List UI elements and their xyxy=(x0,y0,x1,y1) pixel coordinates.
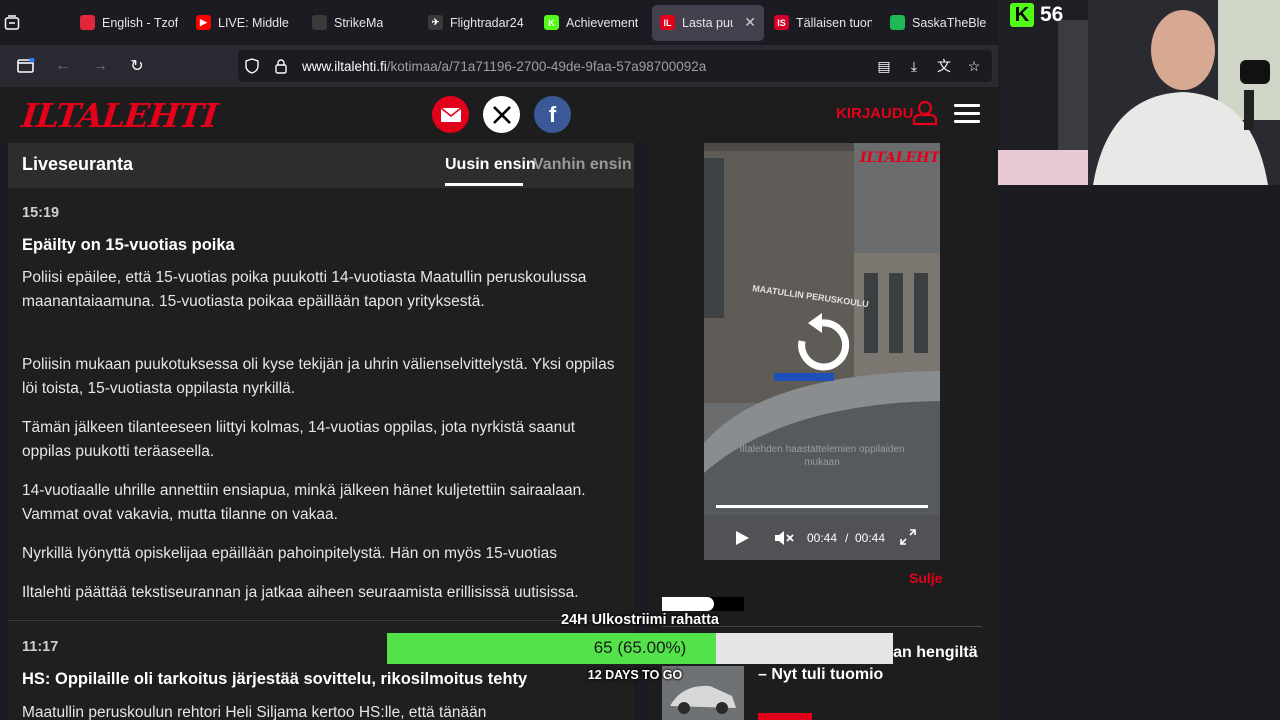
browser-tab[interactable]: StrikeMa xyxy=(304,5,418,41)
stream-goal-label: 65 (65.00%) xyxy=(593,638,687,657)
stream-background xyxy=(998,185,1280,720)
tab-favicon-icon xyxy=(312,15,327,30)
share-x-button[interactable] xyxy=(483,96,520,133)
tab-title: Achievement xyxy=(566,15,639,30)
category-tag xyxy=(758,713,812,720)
entry-paragraph: Nyrkillä lyönyttä opiskelijaa epäillään … xyxy=(22,545,558,562)
forward-button[interactable]: → xyxy=(82,50,118,82)
user-icon[interactable] xyxy=(912,100,938,126)
tab-title: LIVE: Middle xyxy=(218,15,289,30)
lock-icon xyxy=(275,59,287,74)
tab-overview-button[interactable] xyxy=(0,0,24,45)
share-facebook-button[interactable]: f xyxy=(534,96,571,133)
live-feed-header: Liveseuranta Uusin ensin Vanhin ensin xyxy=(8,143,634,188)
muted-speaker-icon[interactable] xyxy=(774,529,796,547)
entry-paragraph: Maatullin peruskoulun rehtori Heli Silja… xyxy=(22,704,487,720)
entry-paragraph: Poliisi epäilee, että 15-vuotias poika p… xyxy=(22,269,587,310)
stream-goal-days: 12 DAYS TO GO xyxy=(587,668,683,682)
tab-favicon-icon: ✈ xyxy=(428,15,443,30)
tab-favicon-icon xyxy=(890,15,905,30)
bookmark-star-icon[interactable]: ☆ xyxy=(962,54,986,78)
viewer-count: 56 xyxy=(1040,3,1064,26)
save-page-icon[interactable]: ⤓ xyxy=(902,54,926,78)
entry-paragraph: Iltalehti päättää tekstiseurannan ja jat… xyxy=(22,584,579,601)
reload-button[interactable]: ↻ xyxy=(119,50,155,82)
entry-headline: Epäilty on 15-vuotias poika xyxy=(22,236,235,254)
tab-favicon-icon: ▶ xyxy=(196,15,211,30)
video-logo: ILTALEHTI xyxy=(860,150,940,166)
kick-logo-icon: K xyxy=(1010,3,1034,27)
browser-tab[interactable]: ✈ Flightradar24 xyxy=(420,5,534,41)
browser-tab[interactable]: K Achievement xyxy=(536,5,650,41)
tab-title: Lasta puuk xyxy=(682,15,733,30)
browser-tab[interactable]: IS Tällaisen tuon xyxy=(766,5,880,41)
share-email-button[interactable] xyxy=(432,96,469,133)
tab-favicon-icon: K xyxy=(544,15,559,30)
site-header: ILTALEHTI f KIRJAUDU xyxy=(0,87,998,143)
video-caption: Iltalehden haastattelemien oppilaiden mu… xyxy=(739,444,905,468)
back-button[interactable]: ← xyxy=(45,50,81,82)
entry-time: 11:17 xyxy=(22,639,59,655)
navigation-bar: ← → ↻ www.iltalehti.fi/kotimaa/a/71a7119… xyxy=(0,45,998,87)
entry-paragraph: Poliisin mukaan puukotuksessa oli kyse t… xyxy=(22,356,615,397)
stream-goal-title: 24H Ulkostriimi rahatta xyxy=(561,612,719,628)
hamburger-menu-icon[interactable] xyxy=(954,104,980,128)
close-tab-icon[interactable]: ✕ xyxy=(744,14,756,31)
sidebar-icon xyxy=(17,58,35,73)
site-logo[interactable]: ILTALEHTI xyxy=(20,96,219,135)
tab-favicon-icon: IL xyxy=(660,15,675,30)
entry-paragraph: 14-vuotiaalle uhrille annettiin ensiapua… xyxy=(22,482,586,523)
stream-goal-bar: 65 (65.00%) xyxy=(387,633,893,664)
shield-icon xyxy=(245,58,259,74)
streamer-webcam-image xyxy=(998,0,1280,185)
x-logo-icon xyxy=(492,105,511,124)
url-path: /kotimaa/a/71a71196-2700-49de-9faa-57a98… xyxy=(386,58,707,74)
active-tab-underline xyxy=(445,183,523,186)
kick-viewer-badge: K 56 xyxy=(1010,3,1063,27)
tab-favicon-icon: IS xyxy=(774,15,789,30)
envelope-icon xyxy=(440,106,461,122)
video-time-separator: / xyxy=(845,531,849,545)
arrow-left-icon: ← xyxy=(55,57,71,74)
browser-tab[interactable]: ▶ LIVE: Middle xyxy=(188,5,302,41)
tab-strip: English - Tzof ▶ LIVE: Middle StrikeMa ✈ Flig… xyxy=(72,4,998,41)
tab-title: Flightradar24 xyxy=(450,15,524,30)
tab-newest-first[interactable]: Uusin ensin xyxy=(445,156,536,174)
replay-icon[interactable] xyxy=(794,313,850,373)
tab-bar: English - Tzof ▶ LIVE: Middle StrikeMa ✈ Flig… xyxy=(0,0,998,45)
url-domain: www.iltalehti.fi xyxy=(302,58,387,74)
tab-list-icon xyxy=(4,14,20,30)
video-progress-bar[interactable] xyxy=(716,505,928,508)
video-duration: 00:44 xyxy=(855,531,886,545)
tab-favicon-icon xyxy=(80,15,95,30)
tab-title: SaskaTheBle xyxy=(912,15,987,30)
arrow-right-icon: → xyxy=(92,57,108,74)
sidebar-toggle-button[interactable] xyxy=(8,50,44,82)
reader-view-icon[interactable]: ▤ xyxy=(872,54,896,78)
browser-tab[interactable]: IL Lasta puuk ✕ xyxy=(652,4,764,41)
address-bar[interactable]: www.iltalehti.fi/kotimaa/a/71a71196-2700… xyxy=(238,50,992,82)
tab-title: English - Tzof xyxy=(102,15,178,30)
reload-icon: ↻ xyxy=(130,58,144,75)
video-player[interactable]: MAATULLIN PERUSKOULU ILTALEHTI Iltalehde… xyxy=(704,143,940,560)
fullscreen-icon[interactable] xyxy=(900,529,916,545)
webcam-overlay xyxy=(998,0,1280,185)
video-controls: 00:44 / 00:44 xyxy=(704,515,940,560)
tab-title: Tällaisen tuon xyxy=(796,15,872,30)
translate-icon[interactable]: 文 xyxy=(932,54,956,78)
url-text: www.iltalehti.fi/kotimaa/a/71a71196-2700… xyxy=(302,59,706,74)
live-feed-title: Liveseuranta xyxy=(22,154,134,174)
facebook-icon: f xyxy=(548,101,557,127)
ad-placeholder xyxy=(662,597,744,611)
browser-tab[interactable]: English - Tzof xyxy=(72,5,186,41)
play-icon[interactable] xyxy=(734,530,750,546)
login-link[interactable]: KIRJAUDU xyxy=(836,105,914,122)
tab-title: StrikeMa xyxy=(334,15,384,30)
video-current-time: 00:44 xyxy=(807,531,838,545)
tab-oldest-first[interactable]: Vanhin ensin xyxy=(533,156,632,174)
close-video-link[interactable]: Sulje xyxy=(909,570,942,586)
entry-paragraph: Tämän jälkeen tilanteeseen liittyi kolma… xyxy=(22,419,576,460)
browser-tab[interactable]: SaskaTheBle xyxy=(882,5,996,41)
entry-time: 15:19 xyxy=(22,205,60,221)
